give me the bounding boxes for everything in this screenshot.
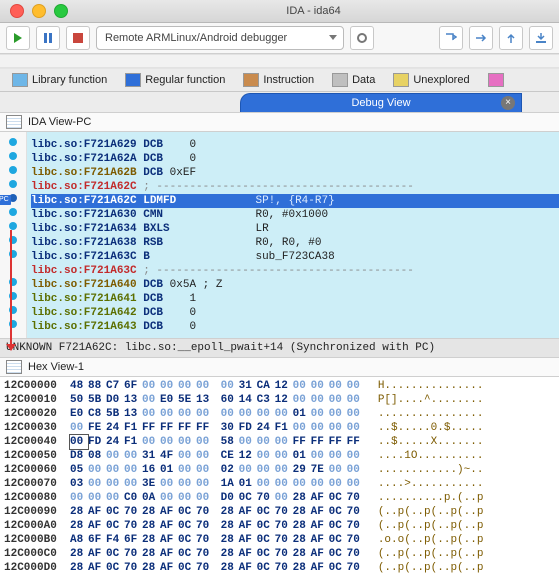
ida-view-title: IDA View-PC <box>28 116 91 128</box>
tab-debug-view-label: Debug View <box>351 97 410 109</box>
disasm-row[interactable]: libc.so:F721A63C B sub_F723CA38 <box>31 250 559 264</box>
breakpoint-dot[interactable] <box>9 208 17 216</box>
run-to-button[interactable] <box>529 26 553 50</box>
pc-marker: PC <box>0 195 11 205</box>
gear-button[interactable] <box>350 26 374 50</box>
hex-row[interactable]: 12C00000 4888C76F00000000 0031CA12000000… <box>4 379 555 393</box>
hex-row[interactable]: 12C00050 D8080000314F0000 CE120000010000… <box>4 449 555 463</box>
minimize-window-button[interactable] <box>32 4 46 18</box>
breakpoint-dot[interactable] <box>9 152 17 160</box>
hex-row[interactable]: 12C00040 00FD24F100000000 58000000FFFFFF… <box>4 435 555 449</box>
disasm-row[interactable]: libc.so:F721A642 DCB 0 <box>31 306 559 320</box>
legend-lib: Library function <box>32 74 107 86</box>
disasm-row[interactable]: libc.so:F721A62C LDMFD SP!, {R4-R7} <box>31 194 559 208</box>
titlebar: IDA - ida64 <box>0 0 559 23</box>
hex-row[interactable]: 12C00010 505BD01300E05E13 6014C312000000… <box>4 393 555 407</box>
hex-row[interactable]: 12C00090 28AF0C7028AF0C70 28AF0C7028AF0C… <box>4 505 555 519</box>
empty-toolbar-strip <box>0 54 559 68</box>
disasm-row[interactable]: libc.so:F721A63C ; ---------------------… <box>31 264 559 278</box>
breakpoint-dot[interactable] <box>9 180 17 188</box>
breakpoint-dot[interactable] <box>9 138 17 146</box>
disasm-row[interactable]: libc.so:F721A638 RSB R0, R0, #0 <box>31 236 559 250</box>
breakpoint-dot[interactable] <box>9 222 17 230</box>
gutter: PC <box>0 132 27 338</box>
hex-row[interactable]: 12C000D0 28AF0C7028AF0C70 28AF0C7028AF0C… <box>4 561 555 575</box>
debugger-select[interactable]: Remote ARMLinux/Android debugger <box>96 26 344 50</box>
legend-reg: Regular function <box>145 74 225 86</box>
close-tab-button[interactable]: × <box>501 96 515 110</box>
stop-button[interactable] <box>66 26 90 50</box>
window-title: IDA - ida64 <box>68 5 559 17</box>
toolbar: Remote ARMLinux/Android debugger <box>0 23 559 54</box>
disasm-row[interactable]: libc.so:F721A62A DCB 0 <box>31 152 559 166</box>
hex-row[interactable]: 12C00060 0500000016010000 02000000297E00… <box>4 463 555 477</box>
disasm-row[interactable]: libc.so:F721A62B DCB 0xEF <box>31 166 559 180</box>
breakpoint-dot[interactable] <box>9 166 17 174</box>
hex-row[interactable]: 12C000C0 28AF0C7028AF0C70 28AF0C7028AF0C… <box>4 547 555 561</box>
ida-view-titlebar: IDA View-PC <box>0 112 559 132</box>
step-into-button[interactable] <box>439 26 463 50</box>
tab-bar: Debug View × <box>0 92 559 112</box>
run-button[interactable] <box>6 26 30 50</box>
legend-bar: Library function Regular function Instru… <box>0 68 559 92</box>
hex-row[interactable]: 12C000A0 28AF0C7028AF0C70 28AF0C7028AF0C… <box>4 519 555 533</box>
legend-dat: Data <box>352 74 375 86</box>
hex-row[interactable]: 12C00030 00FE24F1FFFFFFFF 30FD24F1000000… <box>4 421 555 435</box>
legend-unx: Unexplored <box>413 74 469 86</box>
hex-view[interactable]: 12C00000 4888C76F00000000 0031CA12000000… <box>0 377 559 577</box>
hex-row[interactable]: 12C00080 000000C00A000000 D00C700028AF0C… <box>4 491 555 505</box>
disassembly-listing[interactable]: libc.so:F721A629 DCB 0libc.so:F721A62A D… <box>27 132 559 338</box>
hex-row[interactable]: 12C00070 030000003E000000 1A010000000000… <box>4 477 555 491</box>
hex-view-titlebar: Hex View-1 <box>0 357 559 377</box>
status-line: UNKNOWN F721A62C: libc.so:__epoll_pwait+… <box>0 338 559 357</box>
pause-button[interactable] <box>36 26 60 50</box>
disasm-row[interactable]: libc.so:F721A641 DCB 1 <box>31 292 559 306</box>
hex-row[interactable]: 12C000B0 A86FF46F28AF0C70 28AF0C7028AF0C… <box>4 533 555 547</box>
tab-debug-view[interactable]: Debug View × <box>240 93 522 112</box>
zoom-window-button[interactable] <box>54 4 68 18</box>
step-over-button[interactable] <box>469 26 493 50</box>
view-icon <box>6 115 22 129</box>
disasm-row[interactable]: libc.so:F721A62C ; ---------------------… <box>31 180 559 194</box>
disasm-row[interactable]: libc.so:F721A630 CMN R0, #0x1000 <box>31 208 559 222</box>
disasm-row[interactable]: libc.so:F721A643 DCB 0 <box>31 320 559 334</box>
legend-ins: Instruction <box>263 74 314 86</box>
hex-row[interactable]: 12C00020 E0C85B1300000000 00000000010000… <box>4 407 555 421</box>
disasm-row[interactable]: libc.so:F721A634 BXLS LR <box>31 222 559 236</box>
step-out-button[interactable] <box>499 26 523 50</box>
close-window-button[interactable] <box>10 4 24 18</box>
hex-view-title: Hex View-1 <box>28 361 84 373</box>
branch-arrow-icon <box>10 230 12 350</box>
disasm-row[interactable]: libc.so:F721A640 DCB 0x5A ; Z <box>31 278 559 292</box>
view-icon <box>6 360 22 374</box>
debugger-select-label: Remote ARMLinux/Android debugger <box>105 32 287 44</box>
disasm-row[interactable]: libc.so:F721A629 DCB 0 <box>31 138 559 152</box>
